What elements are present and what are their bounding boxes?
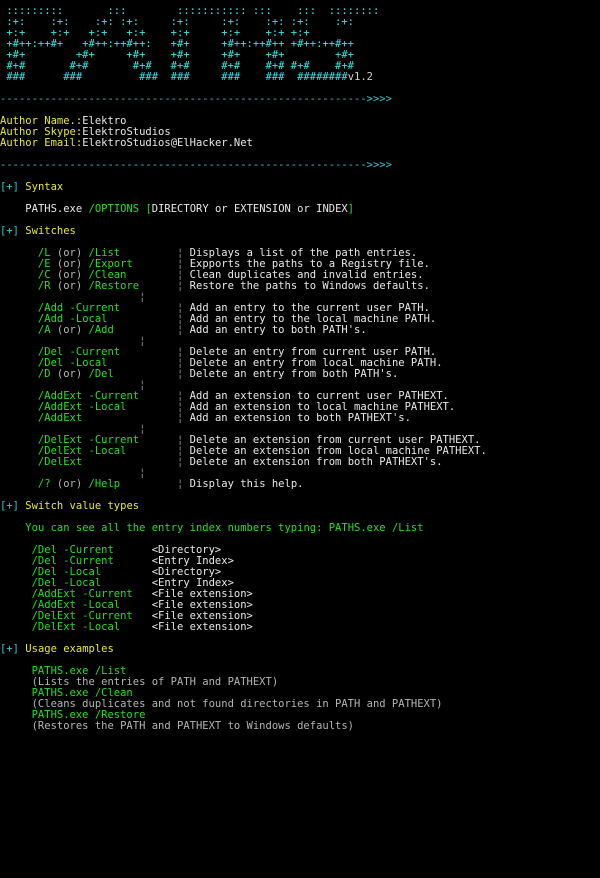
switch-pad <box>120 478 177 490</box>
syntax-program: PATHS.exe <box>25 203 83 215</box>
syntax-line: PATHS.exe /OPTIONS [DIRECTORY or EXTENSI… <box>0 204 600 215</box>
divider-top: ----------------------------------------… <box>0 93 392 105</box>
divider-bottom: ----------------------------------------… <box>0 159 392 171</box>
terminal-output: ::::::::: ::: ::::::::::: ::: ::: ::::::… <box>0 0 600 732</box>
switch-description: Restore the paths to Windows defaults. <box>183 280 430 292</box>
syntax-bracket-close: ] <box>347 203 355 215</box>
switches-list: /L (or) /List ¦ Displays a list of the p… <box>0 248 600 490</box>
section-title-usage: Usage examples <box>25 643 114 655</box>
value-types-note-row: You can see all the entry index numbers … <box>0 523 600 534</box>
ascii-logo: ::::::::: ::: ::::::::::: ::: ::: ::::::… <box>0 6 600 72</box>
section-title-syntax: Syntax <box>25 181 64 193</box>
section-header-switches: [+] Switches <box>0 226 600 237</box>
value-type-switch: /DelExt -Local <box>0 621 152 633</box>
author-email-label: Author Email: <box>0 137 83 149</box>
usage-description-text: (Restores the PATH and PATHEXT to Window… <box>0 720 355 732</box>
version-label: v1.2 <box>347 71 373 83</box>
author-email-value: ElektroStudios@ElHacker.Net <box>82 137 253 149</box>
switch-description: Display this help. <box>183 478 304 490</box>
value-types-list: /Del -Current <Directory> /Del -Current … <box>0 545 600 633</box>
value-type-value: <File extension> <box>151 621 253 633</box>
author-email-row: Author Email:ElektroStudios@ElHacker.Net <box>0 138 600 149</box>
logo-line: ### ### ### ### ### ### ######## <box>0 71 348 83</box>
switch-name: /? <box>0 478 51 490</box>
logo-last-line-row: ### ### ### ### ### ### ########v1.2 <box>0 71 373 83</box>
switch-description: Add an extension to both PATHEXT's. <box>183 412 411 424</box>
switch-description: Add an entry to both PATH's. <box>183 324 367 336</box>
syntax-argument: DIRECTORY or EXTENSION or INDEX <box>151 203 348 215</box>
section-tag: [+] <box>0 225 19 237</box>
value-type-row: /DelExt -Local <File extension> <box>0 622 600 633</box>
section-tag: [+] <box>0 643 19 655</box>
switch-alias: /Help <box>88 478 121 490</box>
section-header-syntax: [+] Syntax <box>0 182 600 193</box>
section-header-value-types: [+] Switch value types <box>0 501 600 512</box>
switch-description: Delete an extension from both PATHEXT's. <box>183 456 443 468</box>
usage-description: (Restores the PATH and PATHEXT to Window… <box>0 721 600 732</box>
section-title-switches: Switches <box>25 225 76 237</box>
syntax-options: /OPTIONS <box>88 203 140 215</box>
switch-description: Delete an entry from both PATH's. <box>183 368 399 380</box>
section-tag: [+] <box>0 500 19 512</box>
value-types-note: You can see all the entry index numbers … <box>25 522 424 534</box>
switch-row[interactable]: /? (or) /Help ¦ Display this help. <box>0 479 600 490</box>
section-title-value-types: Switch value types <box>25 500 140 512</box>
usage-examples-list: PATHS.exe /List (Lists the entries of PA… <box>0 666 600 732</box>
section-header-usage: [+] Usage examples <box>0 644 600 655</box>
section-tag: [+] <box>0 181 19 193</box>
switch-or-label: (or) <box>50 478 89 490</box>
terminal-window: ::::::::: ::: ::::::::::: ::: ::: ::::::… <box>0 0 600 878</box>
